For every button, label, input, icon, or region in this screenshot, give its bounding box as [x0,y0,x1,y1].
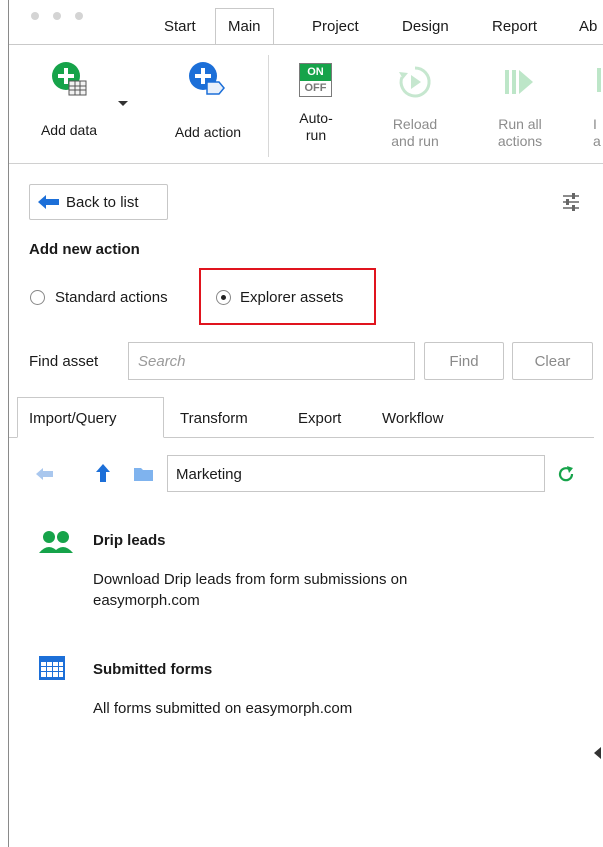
tab-workflow[interactable]: Workflow [382,410,443,427]
partial-label-1: I [593,116,597,132]
radio-standard-label[interactable]: Standard actions [55,289,168,306]
window-controls [31,12,83,20]
add-data-icon [52,62,87,96]
radio-standard-actions[interactable] [30,290,45,305]
partial-run-icon [597,68,601,92]
auto-run-label-1: Auto- [299,110,333,126]
tab-export[interactable]: Export [298,410,341,427]
table-icon [39,656,65,680]
refresh-icon[interactable] [557,465,575,483]
collapse-arrow-icon[interactable] [594,747,602,759]
reload-and-run-button[interactable]: Reload and run [383,60,447,152]
partial-label-2: a [593,133,601,149]
back-folder-icon[interactable] [36,467,54,481]
add-data-label: Add data [40,122,98,138]
tab-design[interactable]: Design [402,18,449,35]
tab-start[interactable]: Start [164,18,196,35]
run-all-label-2: actions [497,133,543,149]
up-folder-icon[interactable] [96,464,110,482]
find-button[interactable]: Find [424,342,504,380]
search-input[interactable]: Search [128,342,415,380]
clear-button[interactable]: Clear [512,342,593,380]
toggle-off-label: OFF [304,82,327,94]
window-dot[interactable] [31,12,39,20]
tab-report[interactable]: Report [492,18,537,35]
run-all-label-1: Run all [498,116,542,132]
run-all-actions-button[interactable]: Run all actions [488,60,552,152]
add-new-action-heading: Add new action [29,241,140,258]
toggle-on-label: ON [300,64,331,81]
tab-about[interactable]: Ab [579,18,597,35]
users-icon [39,531,73,553]
folder-icon[interactable] [134,466,154,482]
auto-run-label-2: run [305,127,327,143]
folder-path-field[interactable]: Marketing [167,455,545,492]
highlight-box [199,268,376,325]
asset-desc-drip-leads-line1: Download Drip leads from form submission… [93,571,408,588]
auto-run-toggle-icon: ON OFF [299,63,332,97]
tab-transform[interactable]: Transform [180,410,248,427]
add-action-button[interactable]: Add action [158,60,258,150]
ribbon-separator [268,55,269,157]
find-asset-label: Find asset [29,353,99,370]
reload-label-1: Reload [392,116,438,132]
add-data-button[interactable]: Add data [28,60,128,150]
window-dot[interactable] [75,12,83,20]
back-to-list-label: Back to list [66,194,139,211]
back-arrow-icon [38,195,59,209]
back-to-list-button[interactable]: Back to list [29,184,168,220]
asset-title-drip-leads[interactable]: Drip leads [93,532,166,549]
asset-desc-submitted-forms: All forms submitted on easymorph.com [93,700,353,717]
settings-sliders-icon[interactable] [563,192,579,212]
dropdown-arrow-icon[interactable] [117,100,129,108]
auto-run-button[interactable]: ON OFF Auto- run [294,60,338,152]
ribbon-divider [9,163,603,164]
run-all-icon [505,70,533,94]
window-dot[interactable] [53,12,61,20]
reload-icon [399,66,431,98]
add-action-icon [189,62,225,95]
reload-label-2: and run [391,133,439,149]
tab-import-query[interactable]: Import/Query [17,397,164,438]
add-action-label: Add action [174,124,242,140]
partial-ribbon-button[interactable]: I a [588,60,603,152]
asset-title-submitted-forms[interactable]: Submitted forms [93,661,212,678]
tab-project[interactable]: Project [312,18,359,35]
tab-main[interactable]: Main [215,8,274,45]
asset-desc-drip-leads-line2: easymorph.com [93,592,200,609]
